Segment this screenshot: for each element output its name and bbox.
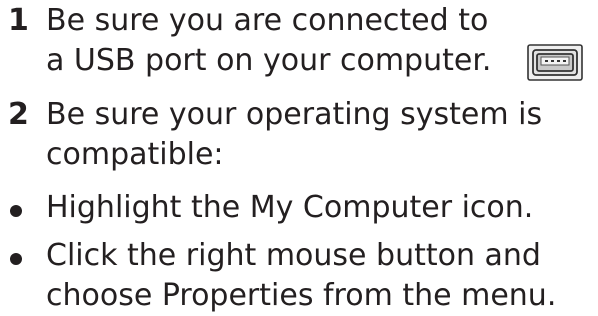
bullet-icon	[10, 205, 22, 217]
bullet-text: Highlight the My Computer icon.	[46, 188, 533, 228]
step-text-line: Be sure your operating system is	[46, 97, 543, 132]
step-text-line: compatible:	[46, 137, 224, 172]
step-number: 1	[8, 3, 29, 38]
bullet-text-line: Click the right mouse button and	[46, 238, 541, 273]
step-number: 2	[8, 97, 29, 132]
step-text-line: a USB port on your computer.	[46, 43, 492, 78]
step-text-line: Be sure you are connected to	[46, 3, 489, 38]
step-text: Be sure you are connected to a USB port …	[46, 1, 491, 81]
bullet-text-line: Highlight the My Computer icon.	[46, 190, 534, 225]
bullet-icon	[10, 253, 22, 265]
bullet-text: Click the right mouse button and choose …	[46, 236, 556, 316]
step-text: Be sure your operating system is compati…	[46, 95, 542, 175]
usb-port-icon	[527, 44, 583, 81]
bullet-text-line: choose Properties from the menu.	[46, 278, 557, 313]
